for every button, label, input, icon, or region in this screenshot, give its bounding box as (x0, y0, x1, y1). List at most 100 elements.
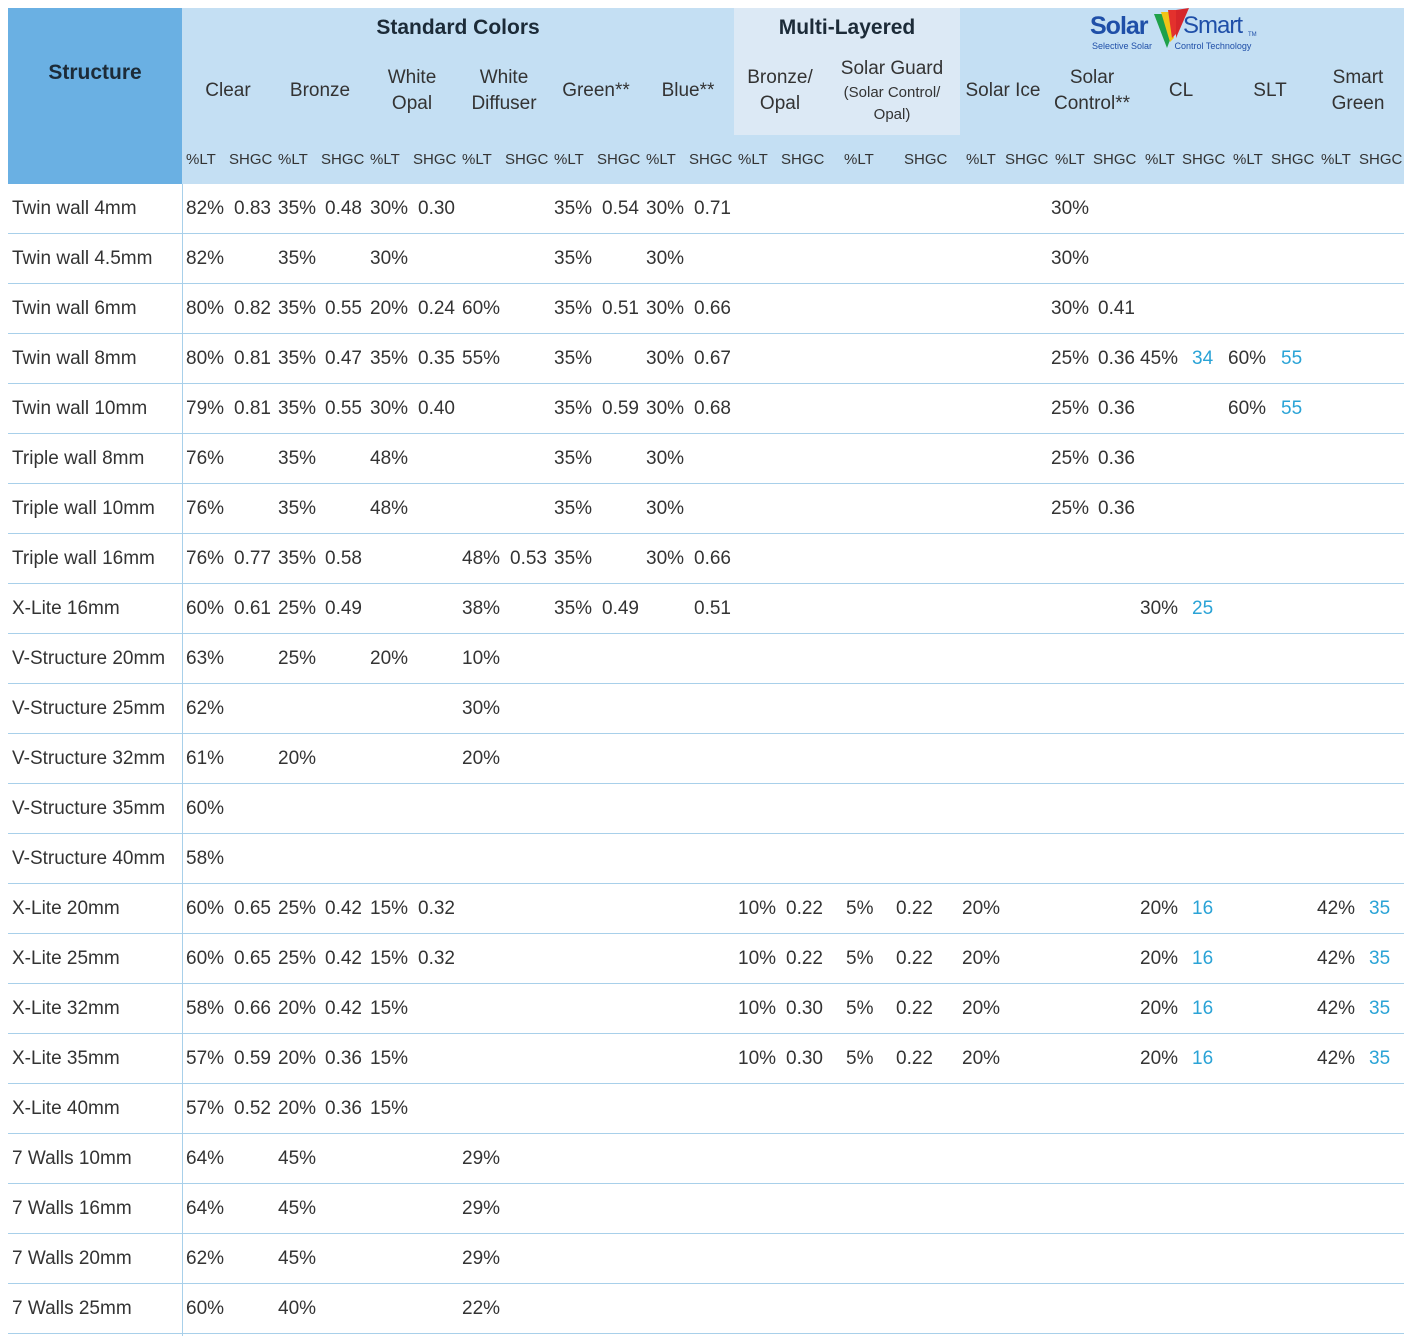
lt-value: 82% (186, 248, 225, 269)
lt-value: 45% (278, 1248, 317, 1269)
lt-value: 58% (186, 998, 225, 1019)
lt-value: 5% (846, 948, 874, 969)
lt-value: 25% (1051, 448, 1090, 469)
structure-name: Twin wall 8mm (12, 348, 137, 369)
shgc-value: 0.66 (234, 998, 271, 1019)
shgc-value: 16 (1192, 948, 1214, 969)
table-row: 7 Walls 20mm 62% 45% 29% (8, 1234, 1404, 1284)
sub-header-shgc: SHGC (904, 151, 948, 168)
lt-value: 20% (370, 648, 409, 669)
lt-value: 60% (1228, 348, 1267, 369)
sub-header-lt: %LT (844, 151, 874, 168)
structure-name: X-Lite 16mm (12, 598, 120, 619)
lt-value: 35% (278, 548, 317, 569)
logo-smart-text: Smart (1183, 12, 1243, 39)
table-row: X-Lite 16mm 60% 0.61 25% 0.49 38% 35% 0.49 0.51 3… (8, 584, 1404, 634)
lt-value: 35% (370, 348, 409, 369)
lt-value: 25% (1051, 348, 1090, 369)
shgc-value: 0.42 (325, 948, 362, 969)
structure-name: V-Structure 40mm (12, 848, 166, 869)
shgc-value: 16 (1192, 1048, 1214, 1069)
column-title-text: Solar Guard (840, 58, 944, 79)
sub-header-lt: %LT (278, 151, 308, 168)
sub-header-shgc: SHGC (1359, 151, 1403, 168)
lt-value: 20% (1140, 898, 1179, 919)
row-divider (8, 1333, 1404, 1334)
lt-value: 15% (370, 1098, 409, 1119)
structure-name: V-Structure 35mm (12, 798, 166, 819)
shgc-value: 55 (1281, 398, 1303, 419)
structure-name: Triple wall 8mm (12, 448, 145, 469)
sub-header-shgc: SHGC (1271, 151, 1315, 168)
lt-value: 20% (1140, 948, 1179, 969)
lt-value: 25% (278, 648, 317, 669)
shgc-value: 0.24 (418, 298, 455, 319)
lt-value: 60% (186, 948, 225, 969)
lt-value: 30% (1140, 598, 1179, 619)
lt-value: 10% (738, 1048, 777, 1069)
lt-value: 60% (186, 598, 225, 619)
shgc-value: 0.61 (234, 598, 271, 619)
shgc-value: 0.35 (418, 348, 455, 369)
lt-value: 20% (278, 748, 317, 769)
sub-header-shgc: SHGC (505, 151, 549, 168)
lt-value: 15% (370, 948, 409, 969)
lt-value: 20% (462, 748, 501, 769)
logo-tm: TM (1248, 32, 1257, 38)
table-row: V-Structure 32mm 61% 20% 20% (8, 734, 1404, 784)
lt-value: 35% (554, 398, 593, 419)
table-row: Twin wall 10mm 79% 0.81 35% 0.55 30% 0.40 35% 0.… (8, 384, 1404, 434)
lt-value: 35% (278, 398, 317, 419)
table-row: V-Structure 35mm 60% (8, 784, 1404, 834)
sub-header-shgc: SHGC (229, 151, 273, 168)
lt-value: 30% (1051, 198, 1090, 219)
lt-value: 30% (370, 248, 409, 269)
sub-header-lt: %LT (738, 151, 768, 168)
lt-value: 45% (278, 1148, 317, 1169)
lt-value: 48% (370, 448, 409, 469)
lt-value: 30% (646, 198, 685, 219)
shgc-value: 0.66 (694, 298, 731, 319)
sub-header-lt: %LT (966, 151, 996, 168)
logo-tagline: Selective Solar Control Technology (1092, 41, 1251, 51)
shgc-value: 0.65 (234, 948, 271, 969)
column-title-text: Smart Green (1331, 67, 1385, 114)
shgc-value: 0.22 (786, 898, 823, 919)
lt-value: 57% (186, 1048, 225, 1069)
lt-value: 25% (278, 898, 317, 919)
shgc-value: 0.36 (1098, 498, 1135, 519)
lt-value: 45% (278, 1198, 317, 1219)
lt-value: 20% (370, 298, 409, 319)
column-subtitle: (Solar Control/ Opal) (843, 84, 941, 123)
shgc-value: 0.36 (1098, 348, 1135, 369)
shgc-value: 0.51 (602, 298, 639, 319)
lt-value: 38% (462, 598, 501, 619)
sub-header-shgc: SHGC (321, 151, 365, 168)
table-row: 7 Walls 10mm 64% 45% 29% (8, 1134, 1404, 1184)
lt-value: 20% (962, 1048, 1001, 1069)
shgc-value: 0.59 (234, 1048, 271, 1069)
table-row: X-Lite 32mm 58% 0.66 20% 0.42 15% 10% 0.30 5% 0.2… (8, 984, 1404, 1034)
shgc-value: 0.81 (234, 348, 271, 369)
lt-value: 42% (1317, 1048, 1356, 1069)
shgc-value: 0.41 (1098, 298, 1135, 319)
table-row: X-Lite 35mm 57% 0.59 20% 0.36 15% 10% 0.30 5% 0.2… (8, 1034, 1404, 1084)
table-row: X-Lite 40mm 57% 0.52 20% 0.36 15% (8, 1084, 1404, 1134)
shgc-value: 0.30 (418, 198, 455, 219)
shgc-value: 35 (1369, 1048, 1391, 1069)
shgc-value: 0.32 (418, 948, 455, 969)
sub-header-shgc: SHGC (1093, 151, 1137, 168)
shgc-value: 0.48 (325, 198, 362, 219)
lt-value: 42% (1317, 898, 1356, 919)
lt-value: 60% (1228, 398, 1267, 419)
lt-value: 35% (278, 348, 317, 369)
structure-name: 7 Walls 20mm (12, 1248, 132, 1269)
shgc-value: 0.30 (786, 998, 823, 1019)
shgc-value: 16 (1192, 998, 1214, 1019)
lt-value: 35% (554, 298, 593, 319)
shgc-value: 0.53 (510, 548, 547, 569)
lt-value: 30% (1051, 298, 1090, 319)
logo-tagline-right: Control Technology (1174, 41, 1252, 51)
lt-value: 30% (646, 348, 685, 369)
lt-value: 60% (186, 1298, 225, 1319)
